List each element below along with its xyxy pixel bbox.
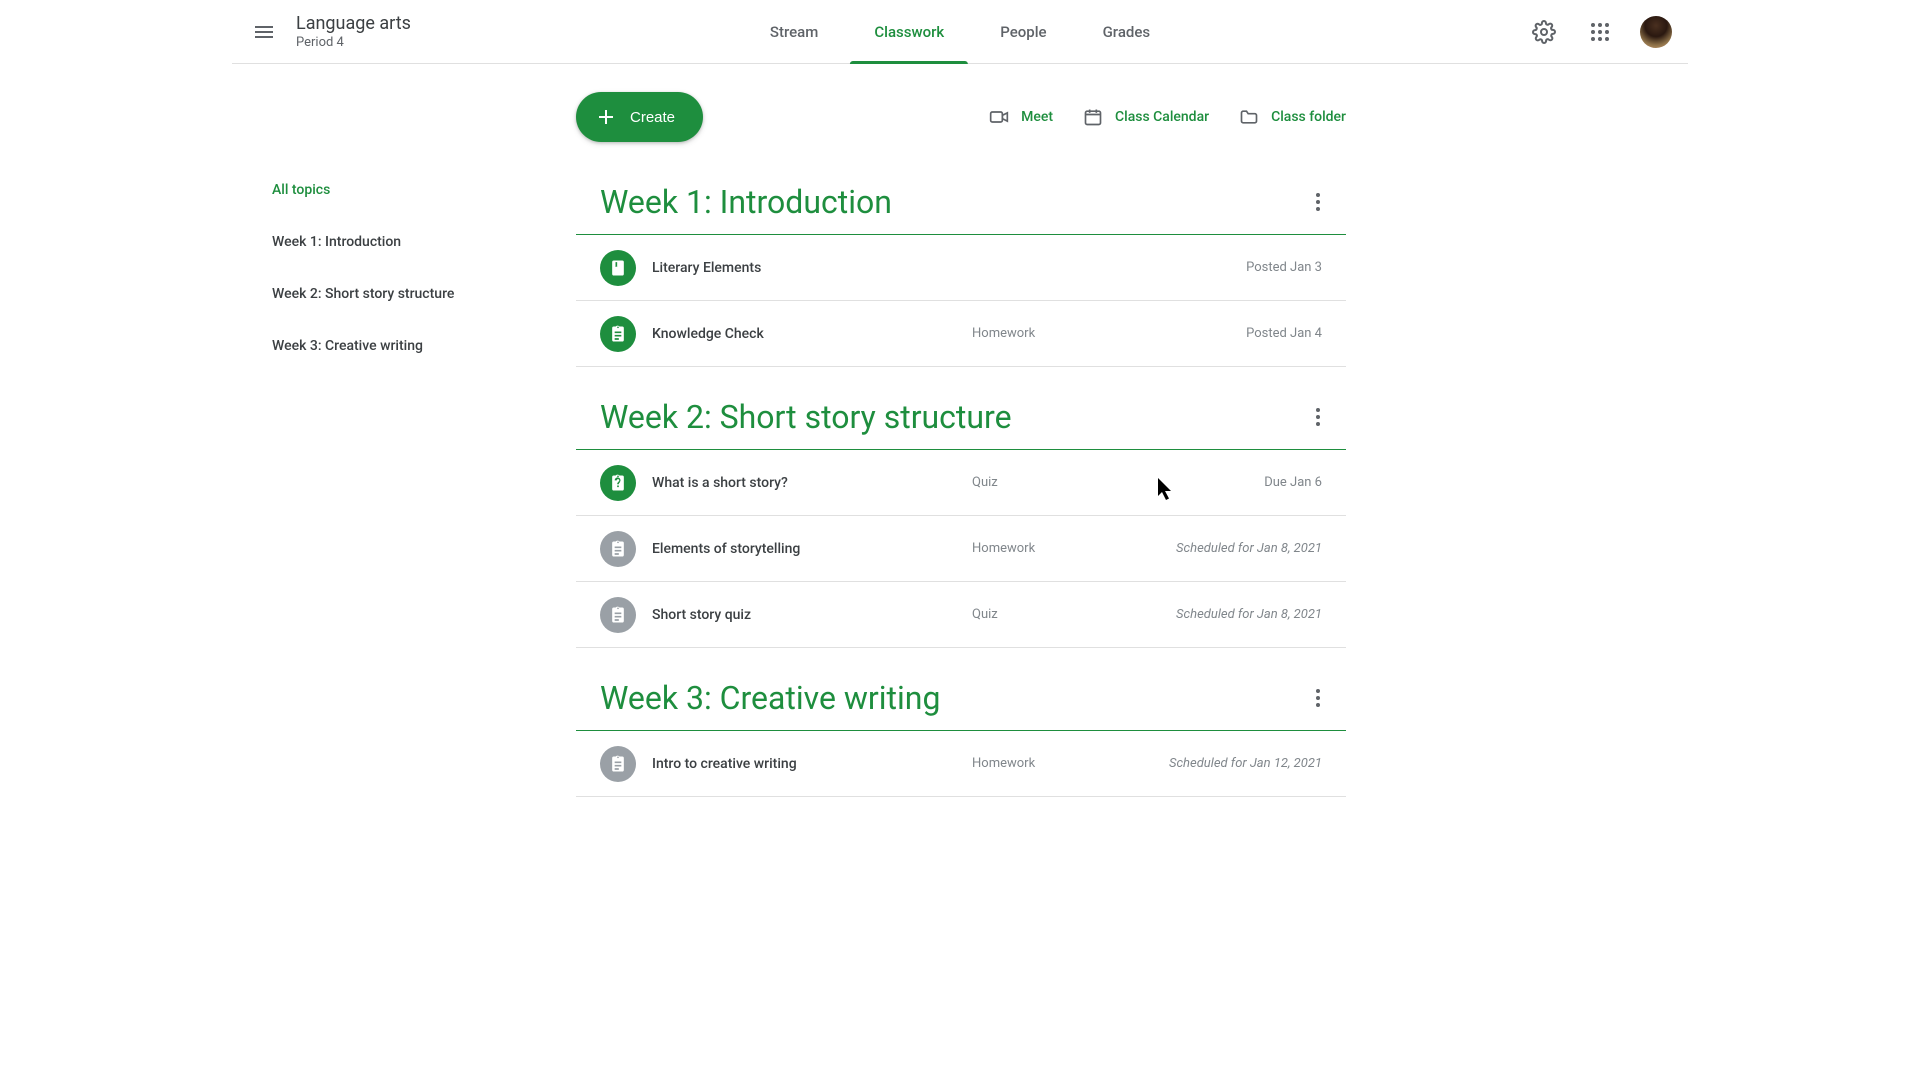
plus-icon xyxy=(594,105,618,129)
topic-header: Week 2: Short story structure xyxy=(576,397,1346,450)
more-vert-icon xyxy=(1306,686,1330,710)
quiz-icon xyxy=(600,465,636,501)
classwork-date: Posted Jan 3 xyxy=(1246,260,1322,275)
link-label: Meet xyxy=(1021,109,1053,125)
calendar-icon xyxy=(1083,107,1103,127)
hamburger-icon xyxy=(252,20,276,44)
link-label: Class Calendar xyxy=(1115,109,1209,125)
sidebar: All topicsWeek 1: IntroductionWeek 2: Sh… xyxy=(232,64,576,797)
topic-more-button[interactable] xyxy=(1298,397,1338,437)
classwork-row[interactable]: Literary Elements Posted Jan 3 xyxy=(576,235,1346,301)
topic-section: Week 1: Introduction Literary Elements P… xyxy=(576,182,1346,367)
classwork-type: Homework xyxy=(972,756,1112,771)
topic-header: Week 1: Introduction xyxy=(576,182,1346,235)
apps-grid-icon xyxy=(1588,20,1612,44)
tab-grades[interactable]: Grades xyxy=(1079,0,1175,64)
classwork-type: Quiz xyxy=(972,475,1112,490)
link-label: Class folder xyxy=(1271,109,1346,125)
sidebar-item[interactable]: All topics xyxy=(272,164,576,216)
assignment-icon xyxy=(600,531,636,567)
classwork-type: Homework xyxy=(972,541,1112,556)
assignment-icon xyxy=(600,597,636,633)
classwork-date: Scheduled for Jan 8, 2021 xyxy=(1176,607,1322,622)
classwork-date: Scheduled for Jan 12, 2021 xyxy=(1169,756,1322,771)
assignment-icon xyxy=(600,746,636,782)
class-subtitle: Period 4 xyxy=(296,35,411,50)
classwork-date: Due Jan 6 xyxy=(1264,475,1322,490)
topic-title[interactable]: Week 1: Introduction xyxy=(576,183,892,221)
gear-icon xyxy=(1532,20,1556,44)
create-button[interactable]: Create xyxy=(576,92,703,142)
tab-people[interactable]: People xyxy=(976,0,1070,64)
sidebar-item[interactable]: Week 2: Short story structure xyxy=(272,268,576,320)
classwork-title: Short story quiz xyxy=(652,607,972,623)
classwork-title: Intro to creative writing xyxy=(652,756,972,772)
classwork-title: What is a short story? xyxy=(652,475,972,491)
topic-more-button[interactable] xyxy=(1298,678,1338,718)
tab-classwork[interactable]: Classwork xyxy=(850,0,968,64)
classwork-row[interactable]: What is a short story? Quiz Due Jan 6 xyxy=(576,450,1346,516)
topic-title[interactable]: Week 3: Creative writing xyxy=(576,679,940,717)
sidebar-item[interactable]: Week 3: Creative writing xyxy=(272,320,576,372)
more-vert-icon xyxy=(1306,405,1330,429)
material-icon xyxy=(600,250,636,286)
classwork-type: Homework xyxy=(972,326,1112,341)
nav-tabs: StreamClassworkPeopleGrades xyxy=(746,0,1174,64)
link-class-calendar[interactable]: Class Calendar xyxy=(1083,107,1209,127)
topic-title[interactable]: Week 2: Short story structure xyxy=(576,398,1012,436)
avatar[interactable] xyxy=(1640,16,1672,48)
sidebar-item[interactable]: Week 1: Introduction xyxy=(272,216,576,268)
main-menu-button[interactable] xyxy=(240,8,288,56)
classwork-row[interactable]: Knowledge Check Homework Posted Jan 4 xyxy=(576,301,1346,367)
tab-stream[interactable]: Stream xyxy=(746,0,842,64)
classwork-date: Posted Jan 4 xyxy=(1246,326,1322,341)
folder-icon xyxy=(1239,107,1259,127)
classwork-title: Knowledge Check xyxy=(652,326,972,342)
classwork-row[interactable]: Intro to creative writing Homework Sched… xyxy=(576,731,1346,797)
topic-header: Week 3: Creative writing xyxy=(576,678,1346,731)
class-title[interactable]: Language arts xyxy=(296,13,411,35)
more-vert-icon xyxy=(1306,190,1330,214)
action-bar: Create Meet Class Calendar Class folder xyxy=(576,82,1346,152)
classwork-title: Literary Elements xyxy=(652,260,972,276)
classwork-row[interactable]: Elements of storytelling Homework Schedu… xyxy=(576,516,1346,582)
settings-button[interactable] xyxy=(1520,8,1568,56)
classwork-type: Quiz xyxy=(972,607,1112,622)
create-button-label: Create xyxy=(630,109,675,126)
header: Language arts Period 4 StreamClassworkPe… xyxy=(232,0,1688,64)
link-class-folder[interactable]: Class folder xyxy=(1239,107,1346,127)
classwork-title: Elements of storytelling xyxy=(652,541,972,557)
topic-section: Week 3: Creative writing Intro to creati… xyxy=(576,678,1346,797)
video-icon xyxy=(989,107,1009,127)
topic-more-button[interactable] xyxy=(1298,182,1338,222)
link-meet[interactable]: Meet xyxy=(989,107,1053,127)
assignment-icon xyxy=(600,316,636,352)
topic-section: Week 2: Short story structure What is a … xyxy=(576,397,1346,648)
apps-button[interactable] xyxy=(1576,8,1624,56)
classwork-row[interactable]: Short story quiz Quiz Scheduled for Jan … xyxy=(576,582,1346,648)
classwork-date: Scheduled for Jan 8, 2021 xyxy=(1176,541,1322,556)
